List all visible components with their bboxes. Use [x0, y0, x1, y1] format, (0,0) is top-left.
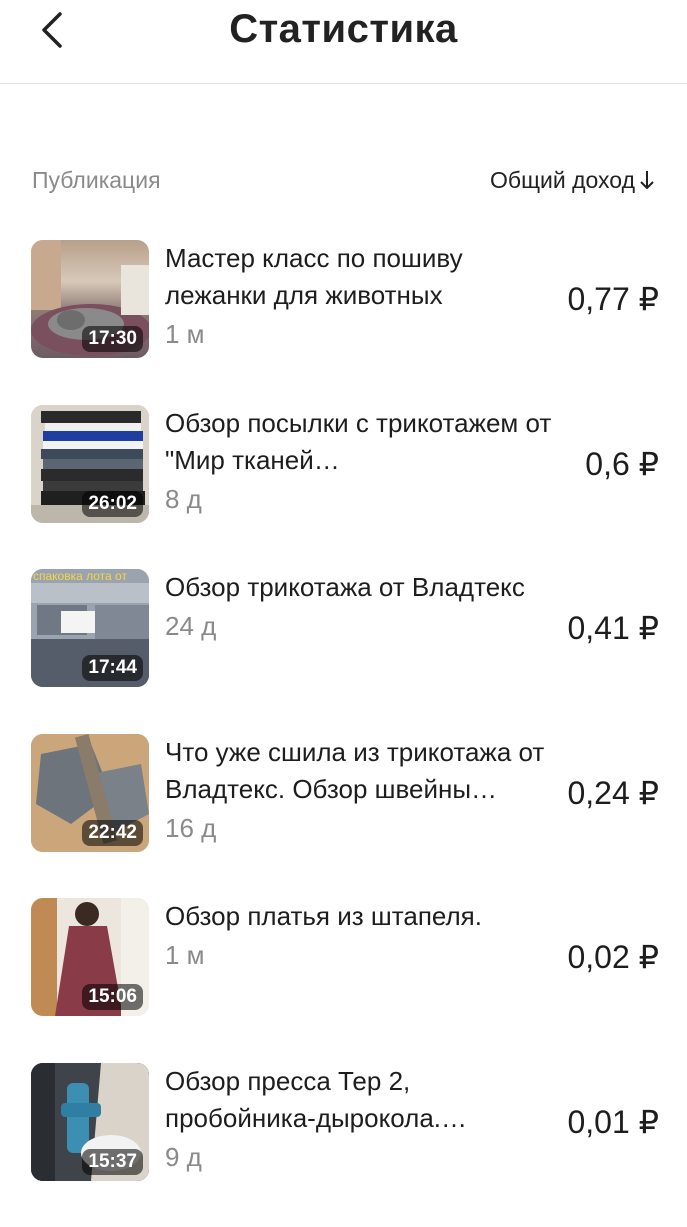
publication-column-label: Публикация — [32, 167, 161, 194]
list-item[interactable]: спаковка лота от 17:44 Обзор трикотажа о… — [0, 569, 687, 734]
video-title: Обзор посылки с трикотажем от "Мир ткане… — [165, 405, 565, 479]
sort-by-total-income-button[interactable]: Общий доход — [490, 167, 655, 194]
video-duration: 22:42 — [82, 820, 143, 846]
income-amount: 0,02 ₽ — [567, 938, 659, 976]
income-amount: 0,77 ₽ — [567, 280, 659, 318]
video-thumbnail: 17:30 — [31, 240, 149, 358]
video-age: 1 м — [165, 314, 565, 354]
video-age: 24 д — [165, 606, 565, 646]
income-amount: 0,6 ₽ — [585, 445, 659, 483]
column-headers: Публикация Общий доход — [32, 160, 655, 200]
video-title: Обзор пресса Тер 2, пробойника-дырокола.… — [165, 1063, 565, 1137]
video-info: Что уже сшила из трикотажа от Владтекс. … — [165, 734, 565, 848]
income-amount: 0,24 ₽ — [567, 774, 659, 812]
list-item[interactable]: 17:30 Мастер класс по пошиву лежанки для… — [0, 240, 687, 405]
list-item[interactable]: 22:42 Что уже сшила из трикотажа от Влад… — [0, 734, 687, 899]
video-duration: 17:30 — [82, 326, 143, 352]
top-bar: Статистика — [0, 0, 687, 84]
list-item[interactable]: 15:06 Обзор платья из штапеля. 1 м 0,02 … — [0, 898, 687, 1063]
video-title: Обзор трикотажа от Владтекс — [165, 569, 565, 606]
video-info: Обзор платья из штапеля. 1 м — [165, 898, 565, 975]
video-title: Обзор платья из штапеля. — [165, 898, 565, 935]
video-duration: 17:44 — [82, 655, 143, 681]
video-info: Обзор трикотажа от Владтекс 24 д — [165, 569, 565, 646]
total-income-column-label: Общий доход — [490, 167, 635, 194]
video-thumbnail: 22:42 — [31, 734, 149, 852]
video-duration: 15:06 — [82, 984, 143, 1010]
video-age: 16 д — [165, 808, 565, 848]
list-item[interactable]: 26:02 Обзор посылки с трикотажем от "Мир… — [0, 405, 687, 570]
video-title: Мастер класс по пошиву лежанки для живот… — [165, 240, 565, 314]
video-duration: 15:37 — [82, 1149, 143, 1175]
arrow-down-icon — [639, 169, 655, 191]
publication-list: 17:30 Мастер класс по пошиву лежанки для… — [0, 240, 687, 1227]
video-age: 8 д — [165, 479, 565, 519]
video-thumbnail: 15:37 — [31, 1063, 149, 1181]
video-thumbnail: спаковка лота от 17:44 — [31, 569, 149, 687]
page-title: Статистика — [0, 4, 687, 54]
video-info: Обзор пресса Тер 2, пробойника-дырокола.… — [165, 1063, 565, 1177]
list-item[interactable]: 15:37 Обзор пресса Тер 2, пробойника-дыр… — [0, 1063, 687, 1227]
video-info: Обзор посылки с трикотажем от "Мир ткане… — [165, 405, 565, 519]
income-amount: 0,01 ₽ — [567, 1103, 659, 1141]
video-thumbnail: 26:02 — [31, 405, 149, 523]
video-thumbnail: 15:06 — [31, 898, 149, 1016]
video-age: 9 д — [165, 1137, 565, 1177]
income-amount: 0,41 ₽ — [567, 609, 659, 647]
video-info: Мастер класс по пошиву лежанки для живот… — [165, 240, 565, 354]
video-duration: 26:02 — [82, 491, 143, 517]
video-age: 1 м — [165, 935, 565, 975]
thumbnail-caption: спаковка лота от — [31, 569, 149, 583]
video-title: Что уже сшила из трикотажа от Владтекс. … — [165, 734, 565, 808]
